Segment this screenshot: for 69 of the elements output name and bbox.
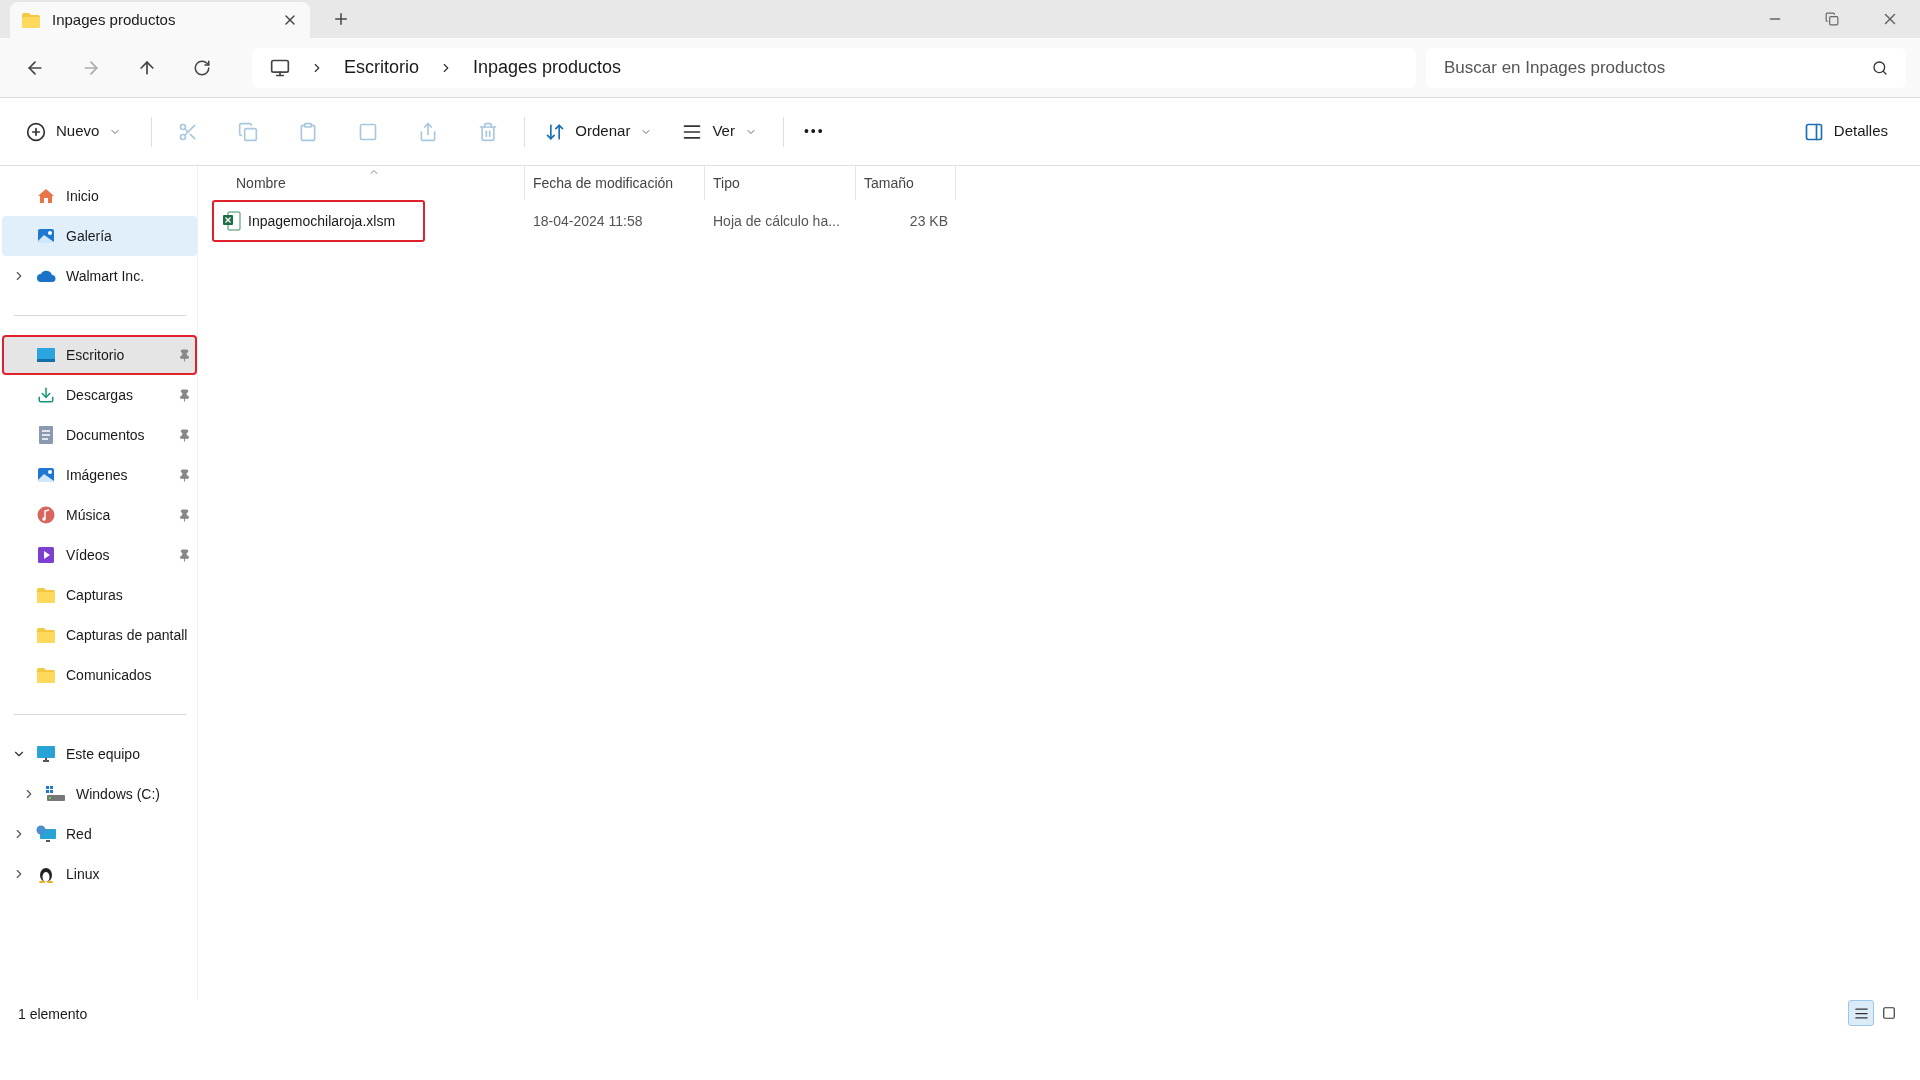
monitor-icon bbox=[37, 745, 55, 763]
sort-button[interactable]: Ordenar bbox=[535, 111, 663, 152]
pin-icon[interactable] bbox=[178, 348, 191, 362]
column-header[interactable]: Nombre bbox=[212, 166, 525, 200]
sidebar-item[interactable]: Música bbox=[2, 495, 197, 535]
search-field[interactable]: Buscar en Inpages productos bbox=[1426, 47, 1906, 88]
music-note-icon bbox=[37, 506, 55, 524]
sidebar-item[interactable]: Walmart Inc. bbox=[2, 256, 197, 296]
search-icon[interactable] bbox=[1872, 59, 1888, 76]
folder-icon bbox=[37, 667, 55, 683]
column-header[interactable]: Fecha de modificación bbox=[525, 166, 705, 200]
pin-icon[interactable] bbox=[178, 548, 191, 562]
breadcrumb-item[interactable]: Inpages productos bbox=[473, 54, 622, 81]
details-button[interactable]: Detalles bbox=[1797, 111, 1894, 152]
sidebar-item[interactable]: Capturas de pantall bbox=[2, 615, 197, 655]
sidebar-item[interactable]: Escritorio bbox=[2, 335, 197, 375]
new-button[interactable]: Nuevo bbox=[26, 111, 142, 152]
restore-icon[interactable] bbox=[1825, 12, 1839, 26]
folder-icon bbox=[37, 587, 55, 603]
desktop-icon bbox=[37, 347, 55, 363]
sidebar-item[interactable]: Documentos bbox=[2, 415, 197, 455]
sidebar-item[interactable]: Comunicados bbox=[2, 655, 197, 695]
network-monitor-icon bbox=[36, 825, 56, 843]
sidebar-item[interactable]: Imágenes bbox=[2, 455, 197, 495]
pin-icon[interactable] bbox=[178, 468, 191, 482]
sidebar-item[interactable]: Galería bbox=[2, 216, 197, 256]
plus-circle-icon bbox=[26, 121, 46, 142]
monitor-icon bbox=[270, 57, 290, 78]
sidebar-item[interactable]: Vídeos bbox=[2, 535, 197, 575]
more-button[interactable]: ••• bbox=[789, 111, 839, 152]
video-icon bbox=[37, 546, 55, 564]
cloud-icon bbox=[36, 269, 56, 283]
sidebar-item[interactable]: Inicio bbox=[2, 176, 197, 216]
house-icon bbox=[37, 187, 55, 205]
spreadsheet-file-icon bbox=[222, 211, 242, 231]
address-bar[interactable]: Escritorio Inpages productos bbox=[252, 47, 1416, 88]
table-cell-text: 18-04-2024 11:58 bbox=[532, 211, 644, 231]
sidebar-item[interactable]: Capturas bbox=[2, 575, 197, 615]
list-icon bbox=[1853, 1005, 1869, 1021]
refresh-icon[interactable] bbox=[193, 58, 211, 77]
view-toggle-button[interactable] bbox=[1848, 1000, 1874, 1026]
pin-icon[interactable] bbox=[178, 388, 191, 402]
pin-icon[interactable] bbox=[178, 508, 191, 522]
breadcrumb-item[interactable]: Escritorio bbox=[344, 54, 419, 81]
drive-icon bbox=[46, 786, 66, 802]
column-header[interactable]: Tamaño bbox=[856, 166, 956, 200]
folder-icon bbox=[22, 12, 40, 28]
sidebar-item[interactable]: Linux bbox=[2, 854, 197, 894]
pin-icon[interactable] bbox=[178, 428, 191, 442]
browser-tab[interactable]: Inpages productos bbox=[10, 2, 310, 38]
tile-icon bbox=[1882, 1006, 1896, 1020]
column-header[interactable]: Tipo bbox=[705, 166, 856, 200]
picture-icon bbox=[37, 227, 55, 245]
sidebar-item[interactable]: Red bbox=[2, 814, 197, 854]
penguin-icon bbox=[38, 865, 54, 883]
details-pane-icon bbox=[1803, 121, 1824, 142]
picture-icon bbox=[37, 466, 55, 484]
sidebar-item[interactable]: Descargas bbox=[2, 375, 197, 415]
new-tab-icon[interactable] bbox=[332, 10, 350, 28]
sidebar-item[interactable]: Este equipo bbox=[2, 734, 197, 774]
file-row[interactable]: Inpagemochilaroja.xlsm 18-04-2024 11:58 Hoja de cálculo ha... 23 KB bbox=[212, 200, 1920, 242]
item-count: 1 elemento bbox=[18, 1005, 88, 1024]
table-cell-text: Hoja de cálculo ha... bbox=[712, 211, 841, 231]
view-button[interactable]: Ver bbox=[662, 111, 777, 152]
download-icon bbox=[37, 386, 55, 404]
sidebar-item[interactable]: Windows (C:) bbox=[12, 774, 197, 814]
document-icon bbox=[38, 426, 54, 444]
table-cell-text: 23 KB bbox=[908, 211, 949, 231]
folder-icon bbox=[37, 627, 55, 643]
